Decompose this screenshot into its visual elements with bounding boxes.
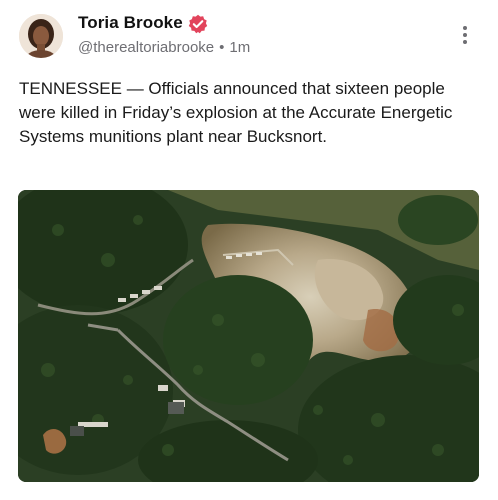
author-name[interactable]: Toria Brooke [78, 13, 183, 33]
meta-separator: • [219, 39, 225, 56]
more-options-button[interactable] [455, 24, 475, 52]
post-text: TENNESSEE — Officials announced that six… [19, 79, 453, 146]
author-handle[interactable]: @therealtoriabrooke [78, 39, 214, 56]
avatar[interactable] [19, 14, 63, 58]
aerial-photo [18, 190, 479, 482]
post-card: Toria Brooke @therealtoriabrooke • 1m TENN… [0, 0, 498, 500]
handle-row: @therealtoriabrooke • 1m [78, 39, 250, 56]
verified-badge-icon [188, 14, 208, 34]
post-time[interactable]: 1m [229, 39, 250, 56]
post-image[interactable] [18, 190, 479, 482]
more-vertical-icon [463, 26, 467, 30]
